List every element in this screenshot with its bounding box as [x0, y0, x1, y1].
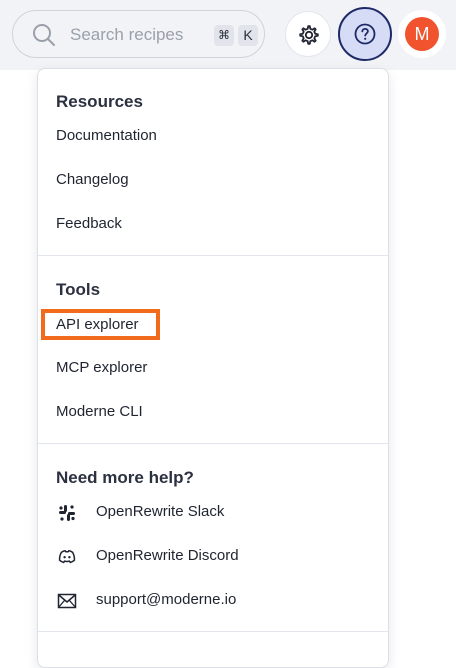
- search-box[interactable]: ⌘ K: [12, 10, 265, 58]
- mail-icon: [57, 593, 77, 609]
- question-circle-icon: [354, 23, 376, 45]
- search-input[interactable]: [70, 23, 200, 47]
- section-title-tools: Tools: [56, 280, 101, 299]
- settings-button[interactable]: [285, 11, 331, 57]
- gear-icon: [299, 25, 319, 45]
- section-title-need-more-help: Need more help?: [56, 468, 194, 487]
- shortcut-cmd-key: ⌘: [214, 25, 234, 46]
- divider: [38, 631, 388, 632]
- discord-icon: [58, 550, 76, 564]
- menu-item-documentation[interactable]: Documentation: [56, 126, 157, 146]
- section-title-resources: Resources: [56, 92, 143, 111]
- shortcut-k-key: K: [238, 25, 258, 46]
- menu-item-openrewrite-discord[interactable]: OpenRewrite Discord: [96, 546, 239, 566]
- menu-item-feedback[interactable]: Feedback: [56, 214, 122, 234]
- slack-icon: [59, 505, 75, 521]
- menu-item-support-email[interactable]: support@moderne.io: [96, 590, 236, 610]
- help-button[interactable]: [338, 7, 392, 61]
- avatar: M: [405, 17, 439, 51]
- user-menu-button[interactable]: M: [398, 10, 446, 58]
- menu-item-mcp-explorer[interactable]: MCP explorer: [56, 358, 147, 378]
- menu-item-moderne-cli[interactable]: Moderne CLI: [56, 402, 143, 422]
- menu-item-changelog[interactable]: Changelog: [56, 170, 129, 190]
- divider: [38, 255, 388, 256]
- menu-item-openrewrite-slack[interactable]: OpenRewrite Slack: [96, 502, 224, 522]
- help-dropdown-menu: Resources Documentation Changelog Feedba…: [37, 68, 389, 668]
- menu-item-api-explorer[interactable]: API explorer: [56, 315, 139, 335]
- divider: [38, 443, 388, 444]
- top-bar: ⌘ K M: [0, 0, 456, 70]
- search-icon: [33, 24, 55, 46]
